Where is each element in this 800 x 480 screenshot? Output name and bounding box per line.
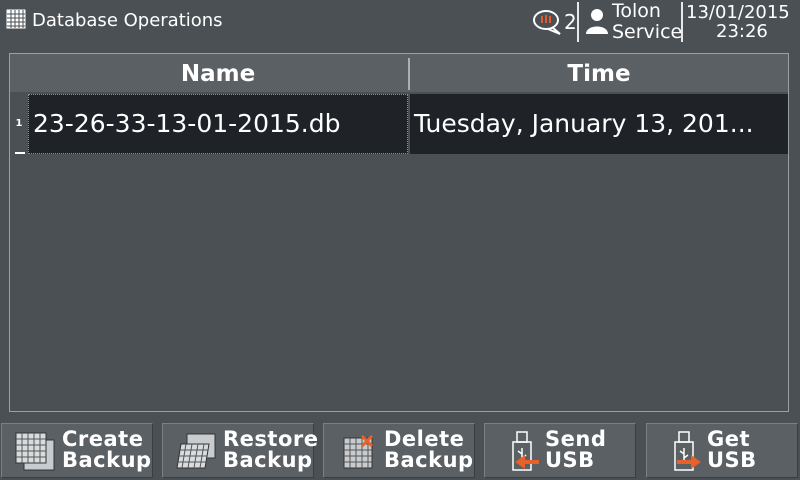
table-header: Name Time — [10, 54, 788, 92]
create-backup-icon — [15, 432, 55, 471]
header-divider — [577, 2, 579, 42]
restore-backup-label: Restore Backup — [223, 427, 319, 472]
cell-file-time[interactable]: Tuesday, January 13, 201... — [410, 94, 788, 154]
column-header-time[interactable]: Time — [410, 54, 788, 92]
page-title: Database Operations — [32, 10, 223, 31]
row-selection-marker — [15, 152, 25, 154]
title-bar: Database Operations 2 Tolon Service 13/0… — [0, 0, 800, 44]
alarm-indicator[interactable]: 2 — [532, 6, 577, 38]
grid-icon — [6, 9, 26, 29]
delete-backup-label: Delete Backup — [384, 427, 474, 472]
usb-send-icon — [512, 431, 539, 471]
alarm-bubble-icon — [533, 10, 561, 35]
alarm-count: 2 — [564, 10, 577, 34]
delete-backup-button[interactable]: Delete Backup — [323, 423, 475, 478]
database-file-table[interactable]: Name Time 1 23-26-33-13-01-2015.db Tuesd… — [9, 53, 789, 412]
restore-backup-icon — [176, 433, 216, 469]
get-usb-label: Get USB — [707, 427, 757, 472]
time-display: 23:26 — [716, 21, 768, 42]
restore-backup-button[interactable]: Restore Backup — [162, 423, 318, 478]
create-backup-label: Create Backup — [62, 427, 152, 472]
send-usb-label: Send USB — [545, 427, 607, 472]
row-index: 1 — [10, 94, 28, 154]
create-backup-button[interactable]: Create Backup — [1, 423, 153, 478]
row-index-number: 1 — [15, 118, 23, 129]
get-usb-button[interactable]: Get USB — [646, 423, 798, 478]
user-icon — [586, 9, 608, 34]
user-role: Service — [612, 21, 683, 43]
column-header-name[interactable]: Name — [28, 54, 408, 92]
date-display: 13/01/2015 — [686, 2, 790, 23]
cell-file-name[interactable]: 23-26-33-13-01-2015.db — [28, 94, 408, 154]
send-usb-button[interactable]: Send USB — [484, 423, 636, 478]
delete-backup-icon — [343, 434, 374, 469]
table-row[interactable]: 1 23-26-33-13-01-2015.db Tuesday, Januar… — [10, 94, 788, 154]
usb-get-icon — [674, 431, 701, 471]
user-name: Tolon — [612, 0, 661, 22]
header-divider — [681, 2, 683, 42]
